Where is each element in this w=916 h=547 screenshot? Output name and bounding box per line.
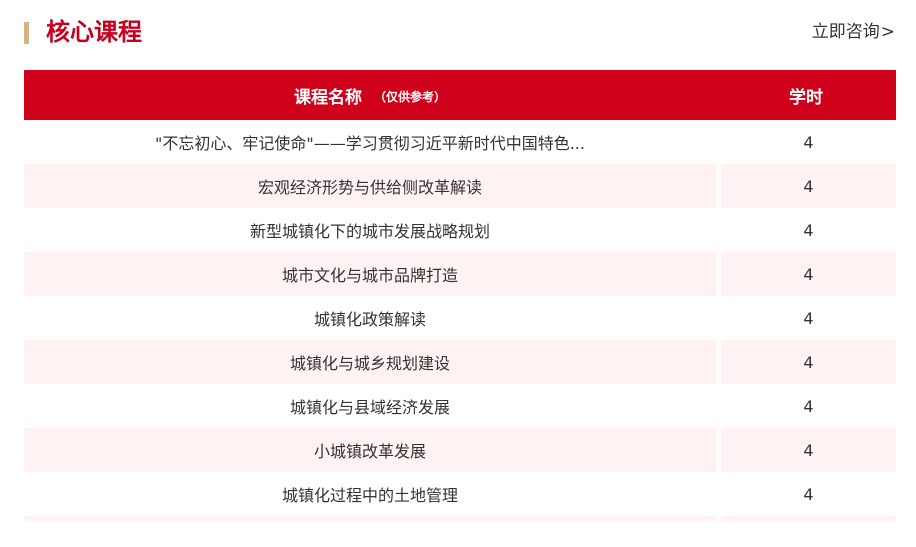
course-name[interactable]: 城镇化与县域经济发展: [24, 384, 716, 428]
course-name[interactable]: 城镇化政策解读: [24, 296, 716, 340]
course-hours: 4: [803, 308, 814, 328]
course-name[interactable]: 城镇化与城乡规划建设: [24, 340, 716, 384]
course-name[interactable]: 新型城镇化下的城市发展战略规划: [24, 208, 716, 252]
course-hours: 4: [721, 252, 896, 296]
consult-label[interactable]: 立即咨询: [812, 22, 880, 42]
table-row[interactable]: 城镇化政策解读 4: [24, 296, 896, 340]
section-header: 核心课程 立即咨询>: [0, 0, 916, 66]
table-body: "不忘初心、牢记使命"——学习贯彻习近平新时代中国特色... 4 宏观经济形势与…: [24, 120, 896, 521]
column-header-name-label: 课程名称: [293, 87, 362, 108]
course-hours-partial: [721, 516, 896, 521]
course-hours: 4: [721, 428, 896, 472]
table-row[interactable]: "不忘初心、牢记使命"——学习贯彻习近平新时代中国特色... 4: [24, 120, 896, 164]
course-name[interactable]: "不忘初心、牢记使命"——学习贯彻习近平新时代中国特色...: [24, 120, 716, 164]
section-title: 核心课程: [46, 18, 142, 46]
course-hours: 4: [721, 164, 896, 208]
table-row[interactable]: 城镇化与城乡规划建设 4: [24, 340, 896, 384]
column-header-hours: 学时: [789, 87, 823, 108]
table-row[interactable]: 城镇化与县域经济发展 4: [24, 384, 896, 428]
course-hours: 4: [721, 340, 896, 384]
course-name[interactable]: 小城镇改革发展: [24, 428, 716, 472]
course-table: 课程名称 （仅供参考） 学时 "不忘初心、牢记使命"——学习贯彻习近平新时代中国…: [24, 70, 896, 521]
course-hours: 4: [803, 484, 814, 504]
course-hours: 4: [803, 220, 814, 240]
course-name-partial: [24, 516, 716, 521]
course-name[interactable]: 城镇化过程中的土地管理: [24, 472, 716, 516]
table-row[interactable]: 宏观经济形势与供给侧改革解读 4: [24, 164, 896, 208]
consult-link[interactable]: 立即咨询>: [812, 20, 895, 44]
course-hours: 4: [803, 396, 814, 416]
table-row[interactable]: 城镇化过程中的土地管理 4: [24, 472, 896, 516]
course-name[interactable]: 宏观经济形势与供给侧改革解读: [24, 164, 716, 208]
title-accent-bar: [24, 22, 29, 44]
course-name[interactable]: 城市文化与城市品牌打造: [24, 252, 716, 296]
chevron-right-icon[interactable]: >: [881, 22, 895, 42]
course-hours: 4: [803, 132, 814, 152]
table-row[interactable]: 小城镇改革发展 4: [24, 428, 896, 472]
table-row[interactable]: 新型城镇化下的城市发展战略规划 4: [24, 208, 896, 252]
column-header-name: 课程名称 （仅供参考）: [24, 70, 716, 120]
table-row-partial: [24, 516, 896, 521]
column-header-note: （仅供参考）: [373, 90, 446, 104]
table-header: 课程名称 （仅供参考） 学时: [24, 70, 896, 120]
table-row[interactable]: 城市文化与城市品牌打造 4: [24, 252, 896, 296]
